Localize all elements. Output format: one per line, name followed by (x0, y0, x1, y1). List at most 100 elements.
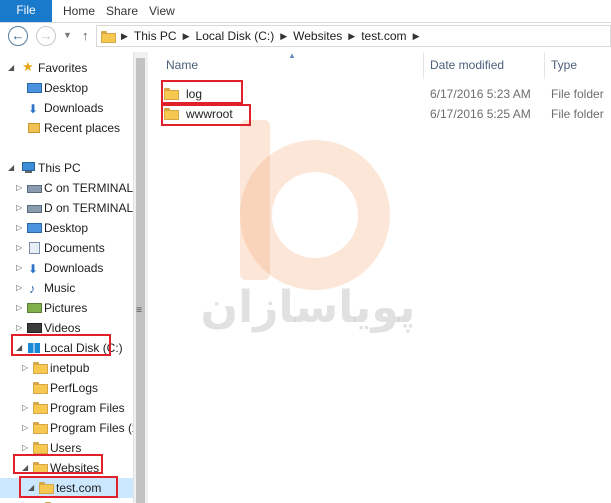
splitter-grip-icon[interactable]: ≡ (134, 305, 144, 319)
nav-desktop-fav[interactable]: Desktop (0, 78, 133, 98)
star-icon: ★ (22, 59, 34, 74)
share-tab[interactable]: Share (106, 0, 138, 22)
nav-label: C on TERMINAL (44, 181, 133, 195)
column-header-name[interactable]: Name (166, 52, 198, 79)
nav-label: inetpub (50, 361, 90, 375)
network-drive-icon (27, 182, 42, 194)
expand-arrow-icon[interactable]: ▷ (16, 198, 22, 218)
nav-pictures[interactable]: ▷ Pictures (0, 298, 133, 318)
folder-icon (33, 402, 48, 414)
downloads-icon (27, 99, 42, 119)
chevron-right-icon[interactable]: ▶ (183, 31, 190, 42)
nav-label: Downloads (44, 261, 104, 275)
nav-pane-scrollbar[interactable] (133, 52, 148, 503)
documents-icon (27, 242, 42, 254)
nav-label: Desktop (44, 221, 89, 235)
nav-program-files-x86[interactable]: ▷ Program Files (x8 (0, 418, 133, 438)
expand-arrow-icon[interactable]: ▷ (16, 218, 22, 238)
network-drive-icon (27, 202, 42, 214)
folder-icon (33, 422, 48, 434)
annotation-box-test-com (19, 476, 118, 498)
recent-locations-chevron-icon[interactable]: ▼ (63, 30, 72, 40)
file-date: 6/17/2016 5:25 AM (430, 107, 531, 121)
chevron-right-icon[interactable]: ▶ (348, 31, 355, 42)
chevron-right-icon[interactable]: ▶ (413, 31, 420, 42)
computer-icon (21, 162, 36, 174)
nav-perflogs[interactable]: PerfLogs (0, 378, 133, 398)
breadcrumb-test-com[interactable]: test.com (361, 29, 406, 43)
file-type: File folder (551, 87, 604, 101)
sort-ascending-icon: ▲ (288, 51, 296, 60)
recent-places-icon (27, 122, 42, 134)
nav-partial-row (0, 498, 133, 503)
column-header-date[interactable]: Date modified (430, 52, 504, 79)
home-tab[interactable]: Home (63, 0, 95, 22)
videos-icon (27, 322, 42, 334)
expand-arrow-icon[interactable]: ▷ (16, 298, 22, 318)
view-tab[interactable]: View (149, 0, 175, 22)
file-type: File folder (551, 107, 604, 121)
folder-icon (33, 442, 48, 454)
nav-desktop[interactable]: ▷ Desktop (0, 218, 133, 238)
nav-label: D on TERMINAL (44, 201, 133, 215)
up-arrow-icon[interactable]: ↑ (82, 28, 89, 43)
nav-label: Music (44, 281, 76, 295)
expand-arrow-icon[interactable]: ▷ (16, 238, 22, 258)
desktop-icon (27, 222, 42, 234)
nav-label: This PC (38, 161, 81, 175)
address-bar[interactable]: ▶ This PC ▶ Local Disk (C:) ▶ Websites ▶… (96, 25, 611, 47)
expand-arrow-icon[interactable]: ◢ (8, 158, 14, 178)
file-tab[interactable]: File (0, 0, 52, 22)
expand-arrow-icon[interactable]: ▷ (16, 178, 22, 198)
expand-arrow-icon[interactable]: ▷ (22, 398, 28, 418)
expand-arrow-icon[interactable]: ▷ (16, 258, 22, 278)
pictures-icon (27, 302, 42, 314)
breadcrumb-websites[interactable]: Websites (293, 29, 342, 43)
back-button[interactable]: ← (8, 26, 28, 46)
navigation-pane: ◢ ★ Favorites Desktop Downloads Recent p… (0, 52, 133, 503)
nav-recent-places[interactable]: Recent places (0, 118, 133, 138)
nav-inetpub[interactable]: ▷ inetpub (0, 358, 133, 378)
nav-music[interactable]: ▷ Music (0, 278, 133, 299)
column-divider[interactable] (544, 52, 545, 79)
nav-program-files[interactable]: ▷ Program Files (0, 398, 133, 418)
breadcrumb-local-disk[interactable]: Local Disk (C:) (196, 29, 275, 43)
annotation-box-wwwroot (161, 104, 251, 126)
nav-d-on-terminal[interactable]: ▷ D on TERMINAL (0, 198, 133, 218)
nav-downloads-fav[interactable]: Downloads (0, 98, 133, 119)
expand-arrow-icon[interactable]: ◢ (8, 58, 14, 78)
nav-c-on-terminal[interactable]: ▷ C on TERMINAL (0, 178, 133, 198)
scrollbar-thumb[interactable] (136, 58, 145, 503)
folder-icon (33, 362, 48, 374)
music-icon (27, 279, 42, 299)
nav-label: Recent places (44, 121, 121, 135)
expand-arrow-icon[interactable]: ▷ (22, 418, 28, 438)
ribbon: File Home Share View (0, 0, 611, 23)
nav-label: Favorites (38, 61, 88, 75)
nav-label: Downloads (44, 101, 104, 115)
nav-label: Desktop (44, 81, 89, 95)
downloads-icon (27, 259, 42, 279)
forward-button[interactable]: → (36, 26, 56, 46)
desktop-icon (27, 82, 42, 94)
nav-this-pc[interactable]: ◢ This PC (0, 158, 133, 178)
folder-icon (101, 30, 116, 43)
annotation-box-local-disk (11, 334, 111, 356)
chevron-right-icon[interactable]: ▶ (121, 31, 128, 42)
nav-label: Pictures (44, 301, 88, 315)
nav-documents[interactable]: ▷ Documents (0, 238, 133, 258)
column-divider[interactable] (423, 52, 424, 79)
nav-label: PerfLogs (50, 381, 99, 395)
breadcrumb-this-pc[interactable]: This PC (134, 29, 177, 43)
nav-downloads[interactable]: ▷ Downloads (0, 258, 133, 279)
nav-favorites[interactable]: ◢ ★ Favorites (0, 58, 133, 78)
nav-label: Documents (44, 241, 105, 255)
annotation-box-websites (13, 454, 103, 474)
expand-arrow-icon[interactable]: ▷ (16, 278, 22, 298)
expand-arrow-icon[interactable]: ▷ (22, 358, 28, 378)
nav-label: Program Files (50, 401, 125, 415)
column-header-type[interactable]: Type (551, 52, 577, 79)
chevron-right-icon[interactable]: ▶ (280, 31, 287, 42)
annotation-box-log (161, 80, 243, 104)
folder-icon (33, 382, 48, 394)
